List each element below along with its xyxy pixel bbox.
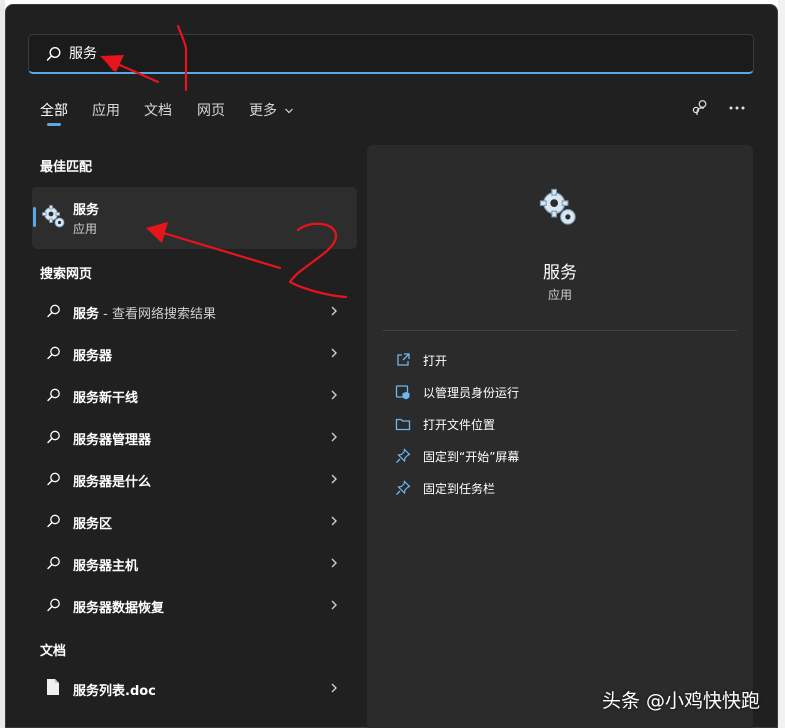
web-result-item[interactable]: 服务器是什么: [32, 463, 357, 497]
action-run-as-admin[interactable]: 以管理员身份运行: [395, 383, 695, 403]
document-result-item[interactable]: 服务列表.doc: [32, 672, 357, 706]
search-icon: [47, 514, 60, 528]
web-result-term: 服务区: [73, 517, 113, 532]
search-input[interactable]: 服务: [69, 43, 97, 63]
search-icon: [47, 304, 60, 318]
chevron-right-icon: [331, 474, 337, 484]
search-box[interactable]: 服务: [28, 34, 754, 74]
document-result-label: 服务列表.doc: [73, 684, 156, 699]
chevron-right-icon: [331, 432, 337, 442]
action-pin-to-start[interactable]: 固定到“开始”屏幕: [395, 447, 695, 467]
chevron-right-icon: [331, 516, 337, 526]
search-icon: [47, 430, 60, 444]
folder-icon: [395, 418, 411, 431]
chevron-right-icon: [331, 390, 337, 400]
detail-divider: [383, 330, 737, 331]
chevron-right-icon: [331, 558, 337, 568]
action-pin-to-taskbar[interactable]: 固定到任务栏: [395, 479, 695, 499]
web-result-item[interactable]: 服务 - 查看网络搜索结果: [32, 295, 357, 329]
pin-icon: [396, 448, 411, 463]
web-result-term: 服务器管理器: [73, 433, 152, 448]
tab-more[interactable]: 更多: [249, 100, 294, 120]
tab-all[interactable]: 全部: [40, 100, 68, 120]
tab-web[interactable]: 网页: [197, 100, 225, 120]
detail-app-name: 服务: [543, 263, 577, 283]
web-result-label: 服务新干线: [73, 387, 138, 406]
web-search-heading: 搜索网页: [40, 267, 93, 282]
web-result-term: 服务器: [73, 349, 113, 364]
web-result-label: 服务器: [73, 345, 112, 364]
services-gear-icon: [42, 205, 65, 228]
web-result-label: 服务 - 查看网络搜索结果: [73, 303, 216, 322]
tab-documents[interactable]: 文档: [144, 100, 172, 120]
action-pin-to-start-label: 固定到“开始”屏幕: [423, 450, 520, 464]
documents-heading: 文档: [40, 644, 67, 659]
best-match-type: 应用: [73, 222, 98, 236]
web-result-label: 服务区: [73, 513, 112, 532]
active-tab-indicator: [47, 123, 61, 126]
selection-accent: [33, 207, 36, 227]
search-icon: [47, 346, 60, 360]
chevron-right-icon: [331, 683, 337, 693]
web-result-label: 服务器是什么: [73, 471, 151, 490]
search-icon: [47, 388, 60, 402]
action-run-as-admin-label: 以管理员身份运行: [423, 386, 520, 400]
web-result-item[interactable]: 服务器管理器: [32, 421, 357, 455]
search-icon: [47, 598, 60, 612]
search-icon: [46, 46, 61, 61]
open-external-icon: [397, 353, 410, 366]
admin-shield-icon: [395, 385, 410, 400]
best-match-heading: 最佳匹配: [40, 160, 93, 175]
web-result-term: 服务: [73, 307, 100, 322]
web-result-item[interactable]: 服务器: [32, 337, 357, 371]
web-result-label: 服务器管理器: [73, 429, 151, 448]
watermark: 头条 @小鸡快快跑: [602, 690, 761, 712]
web-result-item[interactable]: 服务器数据恢复: [32, 589, 357, 623]
tab-apps[interactable]: 应用: [92, 100, 120, 120]
web-result-label: 服务器主机: [73, 555, 138, 574]
web-result-term: 服务器数据恢复: [73, 601, 165, 616]
best-match-item[interactable]: [32, 187, 357, 249]
detail-pane: [367, 145, 753, 728]
chevron-right-icon: [331, 306, 337, 316]
web-result-term: 服务器主机: [73, 559, 139, 574]
more-options-icon[interactable]: [727, 98, 747, 118]
action-open-file-location-label: 打开文件位置: [423, 418, 496, 432]
desktop-background-right: [778, 0, 785, 728]
web-result-label: 服务器数据恢复: [73, 597, 164, 616]
pin-icon: [396, 480, 411, 495]
best-match-name: 服务: [73, 203, 100, 218]
web-result-item[interactable]: 服务新干线: [32, 379, 357, 413]
chevron-right-icon: [331, 348, 337, 358]
document-icon: [47, 679, 59, 695]
chevron-down-icon: [285, 108, 294, 114]
search-icon: [47, 472, 60, 486]
web-result-term: 服务器是什么: [73, 475, 152, 490]
web-result-item[interactable]: 服务器主机: [32, 547, 357, 581]
chevron-right-icon: [331, 600, 337, 610]
action-open-label: 打开: [423, 354, 448, 368]
people-search-icon[interactable]: [690, 98, 710, 118]
tab-more-label: 更多: [249, 103, 277, 119]
detail-app-type: 应用: [547, 288, 572, 302]
action-open[interactable]: 打开: [395, 351, 695, 371]
action-pin-to-taskbar-label: 固定到任务栏: [423, 482, 496, 496]
web-result-suffix: - 查看网络搜索结果: [99, 307, 216, 322]
search-icon: [47, 556, 60, 570]
web-result-term: 服务新干线: [73, 391, 139, 406]
web-result-item[interactable]: 服务区: [32, 505, 357, 539]
action-open-file-location[interactable]: 打开文件位置: [395, 415, 695, 435]
services-gear-icon-large: [539, 188, 576, 225]
